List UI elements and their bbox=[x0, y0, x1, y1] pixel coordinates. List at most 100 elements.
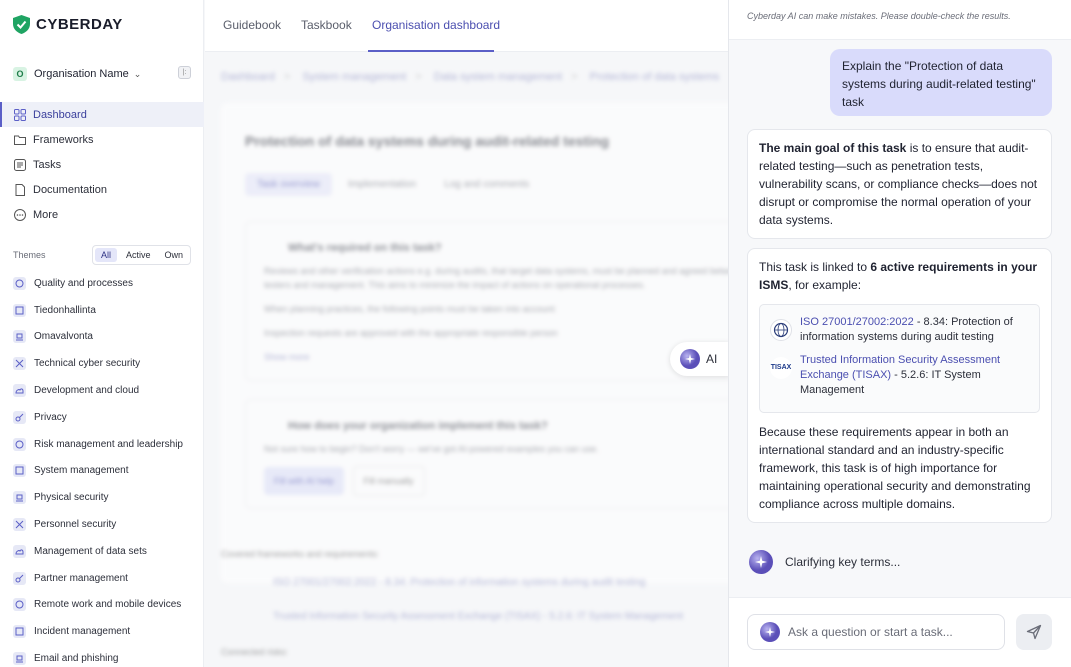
grid-icon bbox=[14, 108, 26, 121]
requirement-heading: What's required on this task? bbox=[288, 242, 442, 254]
nav-label: Frameworks bbox=[33, 133, 94, 146]
themes-label: Themes bbox=[13, 250, 46, 260]
ai-status-text: Clarifying key terms... bbox=[785, 555, 901, 569]
breadcrumb: Dashboard > System management > Data syste… bbox=[221, 71, 719, 83]
active-tab-indicator bbox=[368, 50, 494, 52]
requirement-link[interactable]: ISO 27001/27002:2022 bbox=[800, 316, 914, 328]
requirement-text: When planning practices, the following p… bbox=[264, 304, 557, 314]
theme-item[interactable]: Omavalvonta bbox=[0, 324, 204, 351]
filter-all[interactable]: All bbox=[94, 248, 117, 262]
theme-item[interactable]: System management bbox=[0, 458, 204, 485]
theme-icon bbox=[13, 357, 26, 371]
theme-label: Personnel security bbox=[34, 519, 117, 531]
theme-item[interactable]: Management of data sets bbox=[0, 538, 204, 565]
theme-item[interactable]: Risk management and leadership bbox=[0, 431, 204, 458]
theme-icon bbox=[13, 303, 26, 317]
ai-button-label: AI bbox=[706, 352, 718, 366]
theme-icon bbox=[13, 491, 26, 505]
themes-list: Quality and processes Tiedonhallinta Omava… bbox=[0, 270, 204, 667]
breadcrumb-separator-icon: > bbox=[571, 71, 578, 83]
nav-item-documentation[interactable]: Documentation bbox=[0, 177, 204, 202]
tab-implementation[interactable]: Implementation bbox=[336, 173, 428, 196]
nav-label: Dashboard bbox=[33, 108, 87, 121]
theme-item[interactable]: Tiedonhallinta bbox=[0, 297, 204, 324]
tab-task-overview[interactable]: Task overview bbox=[245, 173, 332, 196]
theme-icon bbox=[13, 598, 26, 612]
send-icon bbox=[1026, 624, 1042, 640]
theme-icon bbox=[13, 518, 26, 532]
theme-item[interactable]: Partner management bbox=[0, 565, 204, 592]
nav-item-dashboard[interactable]: Dashboard bbox=[0, 102, 204, 127]
breadcrumb-item: Protection of data systems bbox=[589, 71, 720, 83]
breadcrumb-item[interactable]: Data system management bbox=[434, 71, 562, 83]
breadcrumb-item[interactable]: Dashboard bbox=[221, 71, 275, 83]
theme-label: System management bbox=[34, 465, 129, 477]
theme-icon bbox=[13, 276, 26, 290]
tab-log-comments[interactable]: Log and comments bbox=[432, 173, 541, 196]
theme-item[interactable]: Technical cyber security bbox=[0, 350, 204, 377]
theme-icon bbox=[13, 625, 26, 639]
theme-label: Remote work and mobile devices bbox=[34, 599, 182, 611]
fill-ai-button[interactable]: Fill with AI help bbox=[264, 467, 345, 495]
page-title: Protection of data systems during audit-… bbox=[245, 133, 610, 149]
task-tabs: Task overview Implementation Log and com… bbox=[245, 173, 541, 196]
chat-header: Cyberday AI can make mistakes. Please do… bbox=[729, 0, 1071, 40]
chat-input[interactable] bbox=[788, 625, 988, 639]
theme-item[interactable]: Physical security bbox=[0, 484, 204, 511]
theme-item[interactable]: Incident management bbox=[0, 618, 204, 645]
nav-item-frameworks[interactable]: Frameworks bbox=[0, 127, 204, 152]
org-badge: O bbox=[13, 67, 27, 81]
fill-manual-button[interactable]: Fill manually bbox=[352, 466, 425, 496]
assistant-message: The main goal of this task is to ensure … bbox=[747, 129, 1052, 239]
requirements-list: ISO 27001/27002:2022 - 8.34: Protection … bbox=[759, 304, 1040, 413]
chat-input-box[interactable] bbox=[747, 614, 1005, 650]
covered-link-tisax[interactable]: Trusted Information Security Assessment … bbox=[273, 611, 683, 622]
document-icon bbox=[14, 183, 26, 196]
theme-icon bbox=[13, 464, 26, 478]
theme-item[interactable]: Quality and processes bbox=[0, 270, 204, 297]
breadcrumb-item[interactable]: System management bbox=[302, 71, 406, 83]
nav-label: Documentation bbox=[33, 183, 107, 196]
message-text: This task is linked to bbox=[759, 260, 871, 274]
themes-filter: All Active Own bbox=[91, 245, 191, 265]
filter-active[interactable]: Active bbox=[119, 246, 158, 264]
ai-chat-panel: Cyberday AI can make mistakes. Please do… bbox=[728, 0, 1071, 667]
send-button[interactable] bbox=[1016, 614, 1052, 650]
requirement-text: Reviews and other verification actions e… bbox=[264, 266, 744, 290]
brand-logo[interactable]: CYBERDAY bbox=[13, 15, 123, 34]
themes-header: Themes All Active Own bbox=[13, 245, 191, 265]
theme-item[interactable]: Development and cloud bbox=[0, 377, 204, 404]
ai-toggle-button[interactable]: AI bbox=[670, 342, 730, 376]
filter-own[interactable]: Own bbox=[157, 246, 190, 264]
theme-label: Incident management bbox=[34, 626, 131, 638]
nav-item-tasks[interactable]: Tasks bbox=[0, 152, 204, 177]
org-name: Organisation Name bbox=[34, 68, 129, 80]
nav-item-more[interactable]: More bbox=[0, 202, 204, 227]
tab-taskbook[interactable]: Taskbook bbox=[301, 18, 352, 32]
assistant-message: This task is linked to 6 active requirem… bbox=[747, 248, 1052, 523]
requirement-item: TISAX Trusted Information Security Asses… bbox=[770, 353, 1029, 398]
theme-label: Physical security bbox=[34, 492, 109, 504]
theme-label: Technical cyber security bbox=[34, 358, 141, 370]
theme-item[interactable]: Email and phishing bbox=[0, 645, 204, 667]
ai-sparkle-icon bbox=[760, 622, 780, 642]
risks-label: Connected risks: bbox=[221, 647, 289, 657]
covered-link-iso[interactable]: ISO 27001/27002:2022 - 8.34: Protection … bbox=[273, 577, 645, 588]
tab-organisation-dashboard[interactable]: Organisation dashboard bbox=[372, 18, 500, 32]
breadcrumb-separator-icon: > bbox=[415, 71, 422, 83]
breadcrumb-separator-icon: > bbox=[283, 71, 291, 83]
theme-item[interactable]: Personnel security bbox=[0, 511, 204, 538]
organisation-switcher[interactable]: O Organisation Name ⌄ |: bbox=[13, 66, 191, 82]
ai-disclaimer: Cyberday AI can make mistakes. Please do… bbox=[747, 11, 1011, 21]
theme-label: Tiedonhallinta bbox=[34, 304, 96, 316]
theme-label: Omavalvonta bbox=[34, 331, 93, 343]
more-icon bbox=[14, 208, 26, 221]
theme-label: Quality and processes bbox=[34, 277, 133, 289]
theme-icon bbox=[13, 544, 26, 558]
theme-label: Management of data sets bbox=[34, 545, 147, 557]
theme-item[interactable]: Remote work and mobile devices bbox=[0, 592, 204, 619]
main-nav: Dashboard Frameworks Tasks Documentation… bbox=[0, 102, 204, 227]
theme-item[interactable]: Privacy bbox=[0, 404, 204, 431]
tab-guidebook[interactable]: Guidebook bbox=[223, 18, 281, 32]
collapse-sidebar-icon[interactable]: |: bbox=[178, 66, 191, 79]
